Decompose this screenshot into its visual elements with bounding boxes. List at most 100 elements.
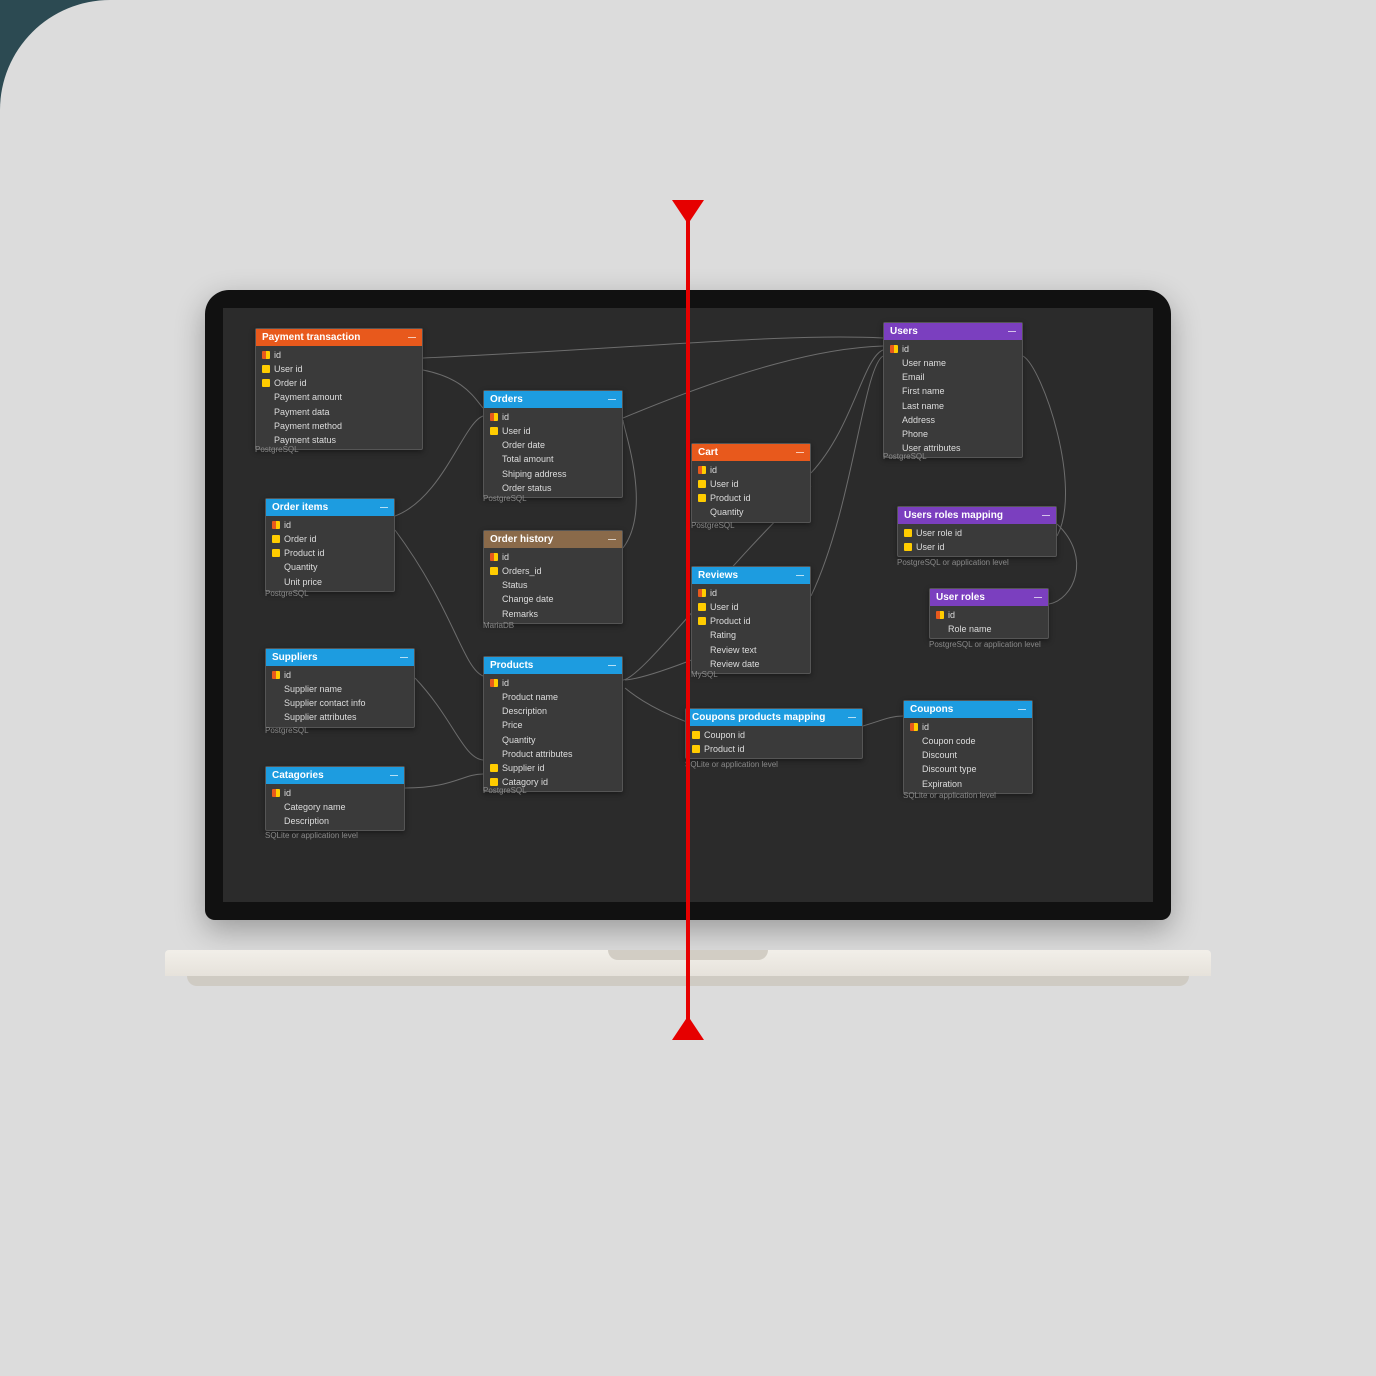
table-header[interactable]: Orders— [484,391,622,408]
field-row[interactable]: Supplier name [266,682,414,696]
table-header[interactable]: Order history— [484,531,622,548]
field-row[interactable]: Order status [484,481,622,495]
field-row[interactable]: Order date [484,438,622,452]
field-row[interactable]: id [266,786,404,800]
field-row[interactable]: Product id [686,742,862,756]
table-node-suppliers[interactable]: Suppliers— idSupplier nameSupplier contac… [265,648,415,728]
table-header[interactable]: Coupons products mapping— [686,709,862,726]
table-node-payment_transaction[interactable]: Payment transaction—idUser idOrder idPay… [255,328,423,450]
collapse-icon[interactable]: — [608,535,616,544]
collapse-icon[interactable]: — [796,448,804,457]
field-row[interactable]: Supplier id [484,761,622,775]
field-row[interactable]: Expiration [904,777,1032,791]
field-row[interactable]: Coupon code [904,734,1032,748]
table-node-user_roles[interactable]: User roles—idRole name [929,588,1049,639]
table-node-order_history[interactable]: Order history— idOrders_idStatusChange da… [483,530,623,624]
field-row[interactable]: User id [484,424,622,438]
field-row[interactable]: Category name [266,800,404,814]
collapse-icon[interactable]: — [380,503,388,512]
field-row[interactable]: Status [484,578,622,592]
table-header[interactable]: Users— [884,323,1022,340]
table-node-order_items[interactable]: Order items— idOrder idProduct idQuantity… [265,498,395,592]
table-node-coupons[interactable]: Coupons— idCoupon codeDiscountDiscount ty… [903,700,1033,794]
table-header[interactable]: Users roles mapping— [898,507,1056,524]
collapse-icon[interactable]: — [390,771,398,780]
table-header[interactable]: Products— [484,657,622,674]
table-node-users_roles_mapping[interactable]: Users roles mapping— User role idUser id [897,506,1057,557]
collapse-icon[interactable]: — [848,713,856,722]
table-node-products[interactable]: Products—idProduct nameDescriptionPriceQ… [483,656,623,792]
collapse-icon[interactable]: — [408,333,416,342]
field-row[interactable]: id [484,676,622,690]
field-row[interactable]: Quantity [692,505,810,519]
collapse-icon[interactable]: — [400,653,408,662]
collapse-icon[interactable]: — [608,395,616,404]
field-row[interactable]: id [484,550,622,564]
field-row[interactable]: Product name [484,690,622,704]
field-row[interactable]: Quantity [266,560,394,574]
field-row[interactable]: Product id [692,614,810,628]
field-row[interactable]: id [884,342,1022,356]
comparison-slider-line[interactable] [686,220,690,1020]
field-row[interactable]: Orders_id [484,564,622,578]
field-row[interactable]: id [930,608,1048,622]
table-header[interactable]: User roles— [930,589,1048,606]
comparison-slider-handle-top[interactable] [672,200,704,224]
field-row[interactable]: Change date [484,592,622,606]
field-row[interactable]: Product attributes [484,747,622,761]
field-row[interactable]: Remarks [484,607,622,621]
field-row[interactable]: User role id [898,526,1056,540]
field-row[interactable]: Product id [266,546,394,560]
field-row[interactable]: Last name [884,399,1022,413]
table-header[interactable]: Order items— [266,499,394,516]
field-row[interactable]: Shiping address [484,467,622,481]
table-header[interactable]: Coupons— [904,701,1032,718]
field-row[interactable]: id [484,410,622,424]
field-row[interactable]: Payment data [256,405,422,419]
table-header[interactable]: Reviews— [692,567,810,584]
field-row[interactable]: Rating [692,628,810,642]
field-row[interactable]: id [692,463,810,477]
field-row[interactable]: Phone [884,427,1022,441]
field-row[interactable]: id [266,668,414,682]
field-row[interactable]: Product id [692,491,810,505]
field-row[interactable]: Description [266,814,404,828]
field-row[interactable]: id [266,518,394,532]
table-node-cart[interactable]: Cart— idUser idProduct idQuantity [691,443,811,523]
table-header[interactable]: Payment transaction— [256,329,422,346]
collapse-icon[interactable]: — [1008,327,1016,336]
field-row[interactable]: Address [884,413,1022,427]
field-row[interactable]: First name [884,384,1022,398]
field-row[interactable]: User id [256,362,422,376]
collapse-icon[interactable]: — [1018,705,1026,714]
table-node-reviews[interactable]: Reviews—idUser idProduct idRatingReview … [691,566,811,674]
table-node-categories[interactable]: Catagories— idCategory nameDescription [265,766,405,831]
field-row[interactable]: Price [484,718,622,732]
field-row[interactable]: Order id [266,532,394,546]
field-row[interactable]: Supplier attributes [266,710,414,724]
collapse-icon[interactable]: — [1034,593,1042,602]
field-row[interactable]: Review date [692,657,810,671]
collapse-icon[interactable]: — [796,571,804,580]
field-row[interactable]: Coupon id [686,728,862,742]
field-row[interactable]: Payment method [256,419,422,433]
field-row[interactable]: Unit price [266,575,394,589]
collapse-icon[interactable]: — [608,661,616,670]
table-node-users[interactable]: Users—idUser nameEmailFirst nameLast nam… [883,322,1023,458]
table-header[interactable]: Cart— [692,444,810,461]
field-row[interactable]: Email [884,370,1022,384]
table-node-orders[interactable]: Orders—idUser idOrder dateTotal amountSh… [483,390,623,498]
collapse-icon[interactable]: — [1042,511,1050,520]
field-row[interactable]: Discount [904,748,1032,762]
field-row[interactable]: Review text [692,643,810,657]
field-row[interactable]: id [904,720,1032,734]
field-row[interactable]: Quantity [484,733,622,747]
table-header[interactable]: Suppliers— [266,649,414,666]
field-row[interactable]: Discount type [904,762,1032,776]
table-header[interactable]: Catagories— [266,767,404,784]
field-row[interactable]: User id [898,540,1056,554]
field-row[interactable]: Payment amount [256,390,422,404]
field-row[interactable]: User id [692,600,810,614]
field-row[interactable]: Supplier contact info [266,696,414,710]
field-row[interactable]: User id [692,477,810,491]
